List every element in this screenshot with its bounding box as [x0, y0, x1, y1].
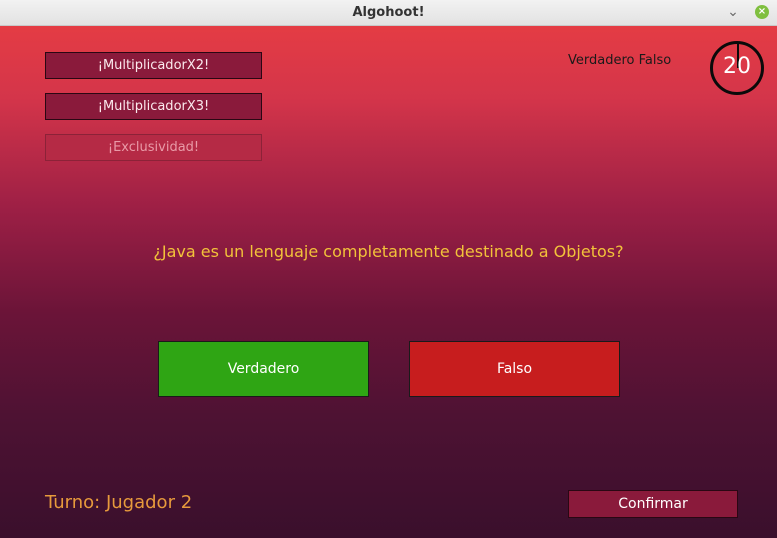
multiplier-x3-button[interactable]: ¡MultiplicadorX3!: [45, 93, 262, 120]
true-answer-button[interactable]: Verdadero: [158, 341, 369, 397]
multiplier-x2-button[interactable]: ¡MultiplicadorX2!: [45, 52, 262, 79]
title-bar: Algohoot! ⌄ ×: [0, 0, 777, 26]
confirm-button[interactable]: Confirmar: [568, 490, 738, 518]
question-type-label: Verdadero Falso: [568, 53, 672, 68]
timer-clock: 20: [710, 41, 764, 95]
exclusivity-button: ¡Exclusividad!: [45, 134, 262, 161]
timer-count: 20: [723, 54, 751, 79]
window-title: Algohoot!: [352, 5, 425, 20]
minimize-icon[interactable]: ⌄: [726, 4, 740, 20]
close-icon[interactable]: ×: [755, 5, 769, 19]
false-answer-button[interactable]: Falso: [409, 341, 620, 397]
app-window: Algohoot! ⌄ × ¡MultiplicadorX2! ¡Multipl…: [0, 0, 777, 538]
question-text: ¿Java es un lenguaje completamente desti…: [153, 242, 624, 261]
game-panel: ¡MultiplicadorX2! ¡MultiplicadorX3! ¡Exc…: [0, 26, 777, 538]
turn-indicator: Turno: Jugador 2: [45, 492, 193, 513]
